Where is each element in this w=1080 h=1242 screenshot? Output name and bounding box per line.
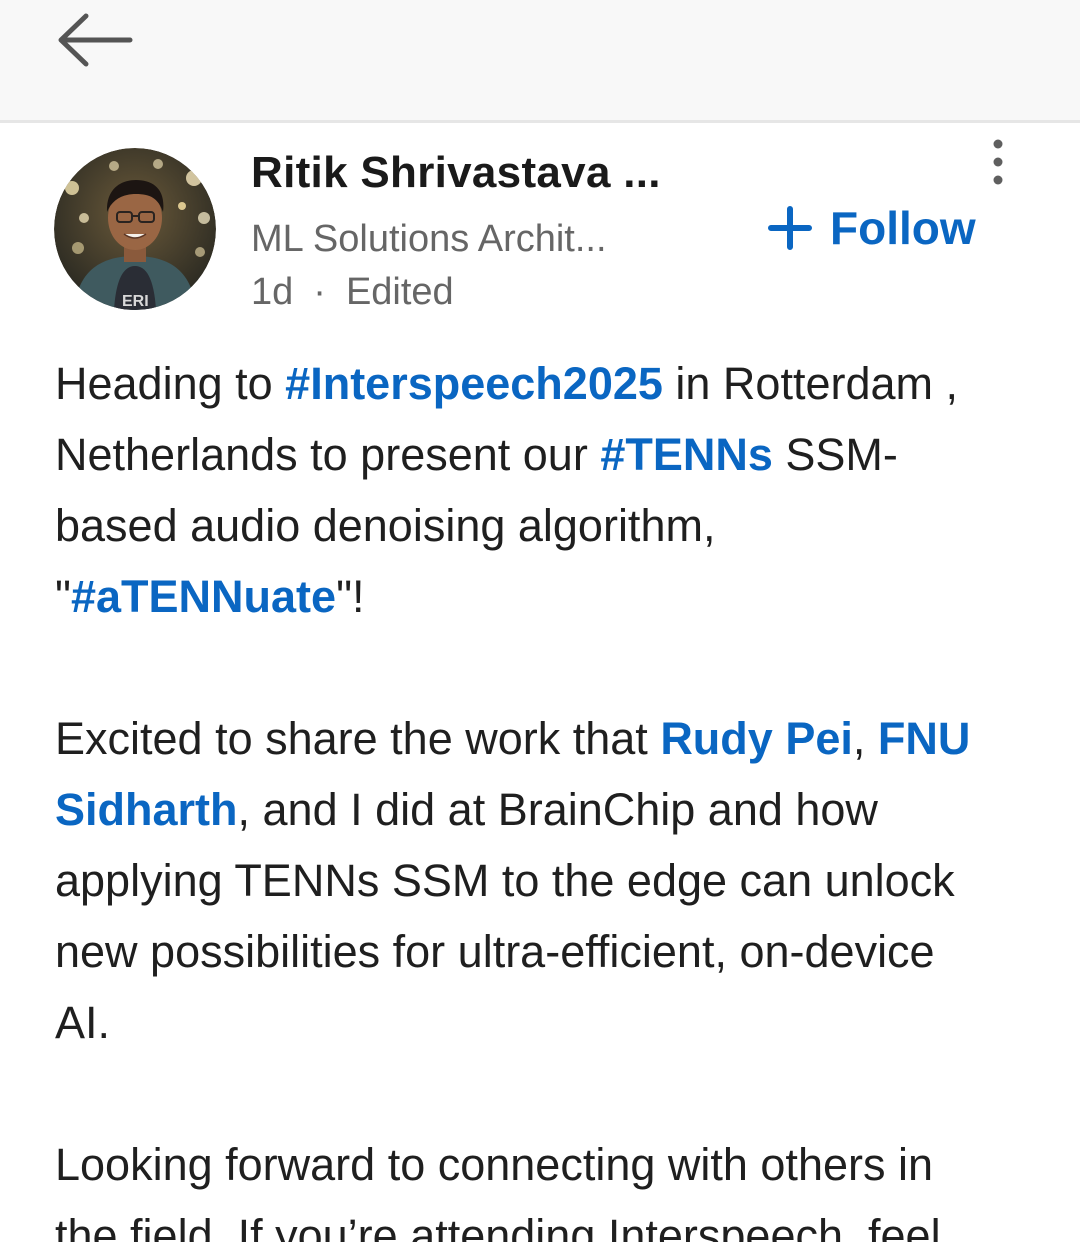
plus-icon <box>768 206 812 250</box>
top-app-bar <box>0 0 1080 123</box>
post-meta: 1d · Edited <box>251 271 454 314</box>
text-segment: Looking forward to connecting with other… <box>55 1139 934 1190</box>
arrow-left-icon <box>58 13 133 67</box>
post-paragraph-2: Excited to share the work that Rudy Pei,… <box>55 703 1015 1058</box>
text-segment: " <box>55 571 71 622</box>
hashtag-interspeech2025[interactable]: #Interspeech2025 <box>285 358 663 409</box>
svg-text:ERI: ERI <box>122 293 149 310</box>
vertical-ellipsis-icon <box>993 139 1003 185</box>
text-segment: in Rotterdam , <box>662 358 959 409</box>
hashtag-attenuate[interactable]: #aTENNuate <box>71 571 336 622</box>
post-detail-screen: ERI Ritik Shrivastava ... ML Solutions A… <box>0 0 1080 1242</box>
edited-label: Edited <box>345 271 454 313</box>
text-segment: SSM- <box>772 429 898 480</box>
back-button[interactable] <box>50 4 140 74</box>
more-options-button[interactable] <box>980 136 1016 192</box>
hashtag-tenns[interactable]: #TENNs <box>600 429 773 480</box>
follow-label: Follow <box>830 202 976 254</box>
text-segment: the field. If you’re attending Interspee… <box>55 1210 941 1242</box>
mention-fnu-sidharth[interactable]: FNU <box>878 713 970 764</box>
mention-fnu-sidharth[interactable]: Sidharth <box>55 784 238 835</box>
meta-separator: · <box>313 271 326 313</box>
text-segment: Heading to <box>55 358 286 409</box>
text-segment: , <box>852 713 878 764</box>
text-segment: Excited to share the work that <box>55 713 661 764</box>
text-segment: AI. <box>55 997 111 1048</box>
avatar[interactable]: ERI <box>54 148 216 310</box>
author-headline: ML Solutions Archit... <box>251 218 607 260</box>
text-segment: based audio denoising algorithm, <box>55 500 716 551</box>
post-time: 1d <box>251 271 294 313</box>
post-paragraph-3: Looking forward to connecting with other… <box>55 1129 1015 1242</box>
mention-rudy-pei[interactable]: Rudy Pei <box>660 713 853 764</box>
text-segment: "! <box>336 571 365 622</box>
post-text: Heading to #Interspeech2025 in Rotterdam… <box>55 348 1015 1242</box>
author-name[interactable]: Ritik Shrivastava ... <box>251 148 661 198</box>
text-segment: , and I did at BrainChip and how <box>237 784 878 835</box>
text-segment: applying TENNs SSM to the edge can unloc… <box>55 855 955 906</box>
text-segment: new possibilities for ultra-efficient, o… <box>55 926 935 977</box>
text-segment: Netherlands to present our <box>55 429 601 480</box>
profile-photo: ERI <box>54 148 216 310</box>
follow-button[interactable]: Follow <box>768 198 976 258</box>
post-paragraph-1: Heading to #Interspeech2025 in Rotterdam… <box>55 348 1015 632</box>
